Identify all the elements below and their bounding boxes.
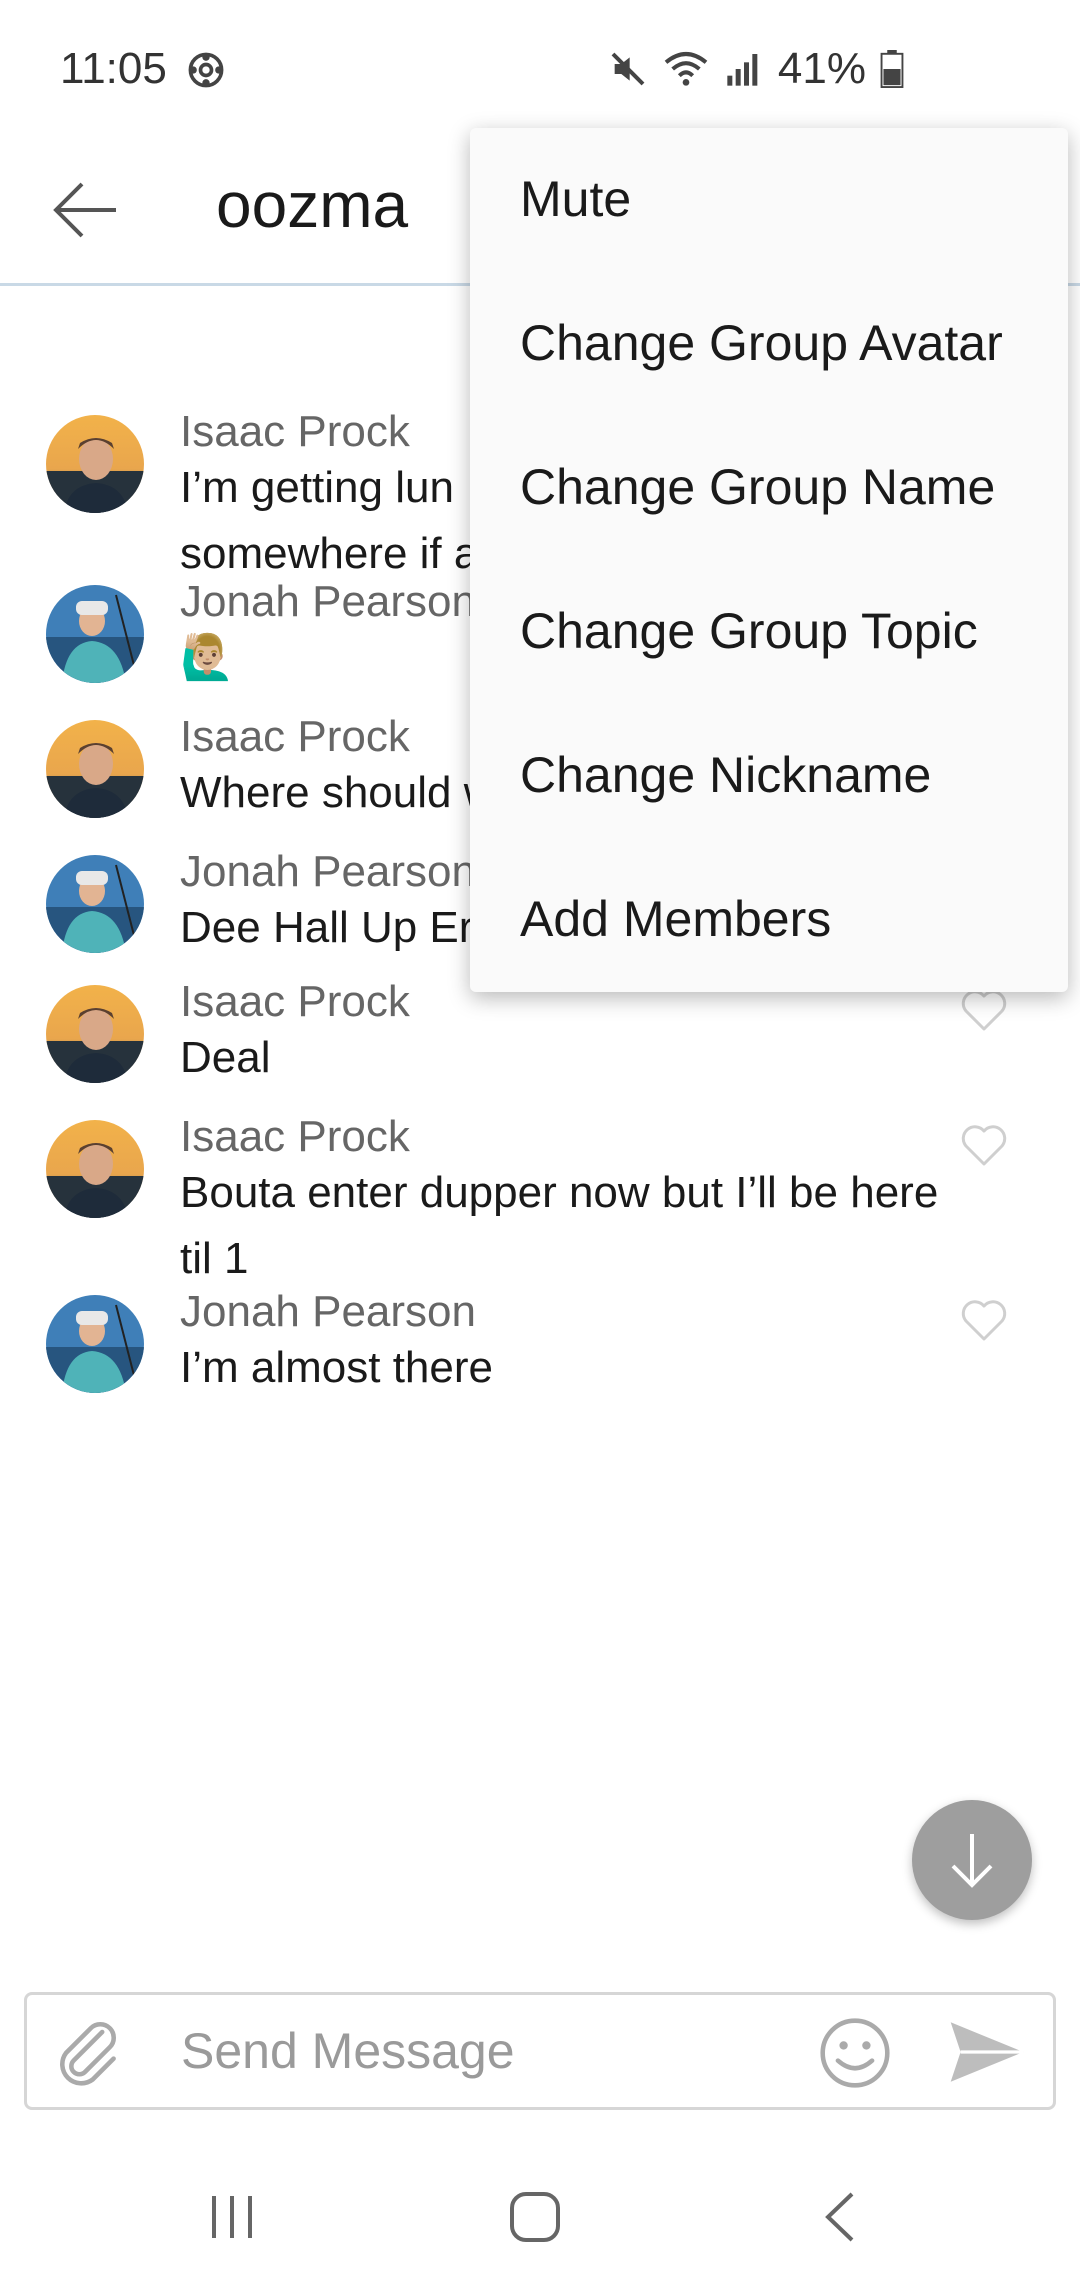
arrow-down-icon (951, 1834, 993, 1888)
signal-icon (727, 54, 758, 86)
sender-name: Jonah Pearson (180, 847, 476, 896)
sender-name: Isaac Prock (180, 1112, 410, 1161)
message-composer (24, 1992, 1056, 2110)
arrow-left-icon (53, 182, 116, 238)
sender-name: Isaac Prock (180, 712, 410, 761)
emoji-icon[interactable] (817, 2015, 893, 2091)
message-text: I’m almost there (180, 1343, 493, 1392)
heart-icon[interactable] (958, 1295, 1010, 1343)
avatar[interactable] (46, 1295, 144, 1393)
heart-icon[interactable] (958, 985, 1010, 1033)
settings-notification-icon (188, 52, 224, 88)
heart-icon[interactable] (958, 1120, 1010, 1168)
message-text: Deal (180, 1033, 271, 1082)
status-bar: 11:05 41% (0, 0, 1080, 140)
avatar[interactable] (46, 1120, 144, 1218)
battery-percent: 41% (777, 44, 866, 93)
menu-item-change-group-topic[interactable]: Change Group Topic (520, 602, 978, 660)
status-icons: 41% (608, 44, 904, 94)
avatar[interactable] (46, 720, 144, 818)
system-nav-bar (0, 2160, 1080, 2280)
sender-name: Jonah Pearson (180, 577, 476, 626)
menu-item-change-nickname[interactable]: Change Nickname (520, 746, 931, 804)
wifi-icon (664, 52, 708, 86)
home-icon[interactable] (508, 2190, 562, 2244)
recent-apps-icon[interactable] (208, 2192, 256, 2242)
battery-icon (880, 50, 904, 88)
message-text: Bouta enter dupper now but I’ll be here … (180, 1168, 939, 1283)
sender-name: Jonah Pearson (180, 1287, 476, 1336)
system-back-icon[interactable] (820, 2190, 860, 2244)
paperclip-icon[interactable] (49, 2013, 125, 2089)
send-icon[interactable] (947, 2019, 1027, 2085)
avatar[interactable] (46, 985, 144, 1083)
back-button[interactable] (40, 160, 130, 260)
sender-name: Isaac Prock (180, 977, 410, 1026)
overflow-menu: Mute Change Group Avatar Change Group Na… (470, 128, 1068, 992)
avatar[interactable] (46, 855, 144, 953)
avatar[interactable] (46, 415, 144, 513)
scroll-to-bottom-button[interactable] (912, 1800, 1032, 1920)
mute-icon (611, 52, 645, 86)
avatar[interactable] (46, 585, 144, 683)
menu-item-mute[interactable]: Mute (520, 170, 631, 228)
menu-item-change-group-name[interactable]: Change Group Name (520, 458, 995, 516)
sender-name: Isaac Prock (180, 407, 410, 456)
menu-item-change-group-avatar[interactable]: Change Group Avatar (520, 314, 1003, 372)
message-input[interactable] (181, 2009, 821, 2093)
menu-item-add-members[interactable]: Add Members (520, 890, 831, 948)
chat-title[interactable]: oozma (216, 168, 408, 242)
status-time: 11:05 (60, 44, 167, 93)
